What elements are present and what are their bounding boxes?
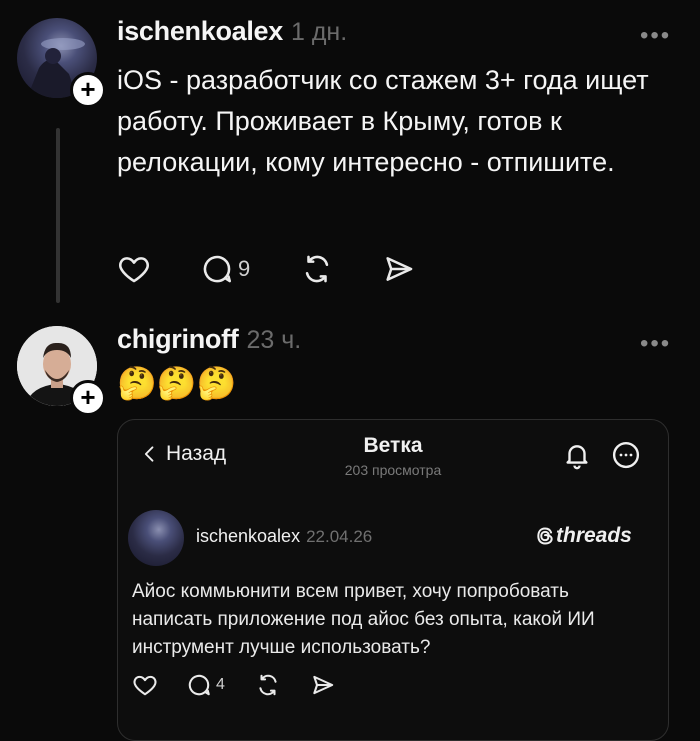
comment-icon <box>203 255 232 283</box>
post-time: 1 дн. <box>291 18 348 46</box>
notifications-button[interactable] <box>562 440 592 475</box>
threads-logo-icon <box>537 527 553 545</box>
more-options-button[interactable]: ••• <box>640 22 671 50</box>
heart-icon <box>119 257 149 283</box>
share-button[interactable] <box>382 252 416 286</box>
share-button[interactable] <box>310 672 336 698</box>
reply-count: 9 <box>238 256 251 281</box>
post-text: iOS - разработчик со стажем 3+ года ищет… <box>117 65 649 177</box>
follow-plus-button[interactable]: + <box>70 72 106 108</box>
post-date: 22.04.26 <box>306 527 373 546</box>
username[interactable]: ischenkoalex <box>117 16 283 46</box>
repost-button[interactable] <box>255 672 281 698</box>
views-count: 203 просмотра <box>344 462 442 478</box>
heart-icon <box>133 675 157 696</box>
threads-wordmark: threads <box>556 524 632 547</box>
like-button[interactable] <box>117 252 151 286</box>
embedded-screenshot[interactable]: Назад Ветка 203 просмотра ischenkoalex 22… <box>117 419 669 741</box>
repost-button[interactable] <box>300 252 334 286</box>
comment-icon <box>188 674 210 696</box>
chevron-left-icon <box>144 446 154 462</box>
back-button[interactable]: Назад <box>140 442 226 466</box>
post-header: ischenkoalex 22.04.26 <box>196 526 372 547</box>
share-icon <box>386 257 413 281</box>
back-label: Назад <box>166 442 227 465</box>
post-header: ischenkoalex 1 дн. <box>117 16 347 47</box>
page-title: Ветка <box>363 434 423 457</box>
share-icon <box>313 675 334 695</box>
follow-plus-button[interactable]: + <box>70 380 106 416</box>
like-button[interactable] <box>132 672 158 698</box>
reply-button[interactable]: 9 <box>200 252 250 286</box>
avatar-ischenkoalex[interactable] <box>128 510 184 566</box>
username[interactable]: chigrinoff <box>117 324 239 354</box>
repost-icon <box>259 674 277 696</box>
header: Ветка 203 просмотра <box>313 434 473 478</box>
post-time: 23 ч. <box>246 326 302 354</box>
reply-button[interactable]: 4 <box>186 672 225 698</box>
reply-count: 4 <box>216 676 225 693</box>
post-text: Айос коммьюнити всем привет, хочу попроб… <box>132 581 595 658</box>
threads-logo: threads <box>535 524 632 548</box>
more-circle-icon <box>612 441 640 469</box>
username[interactable]: ischenkoalex <box>196 526 300 546</box>
thread-connector-line <box>56 128 60 303</box>
more-button[interactable] <box>611 440 641 475</box>
more-options-button[interactable]: ••• <box>640 330 671 358</box>
post-emojis: 🤔🤔🤔 <box>117 365 237 401</box>
repost-icon <box>305 255 329 283</box>
post-header: chigrinoff 23 ч. <box>117 324 301 355</box>
bell-icon <box>566 445 588 470</box>
